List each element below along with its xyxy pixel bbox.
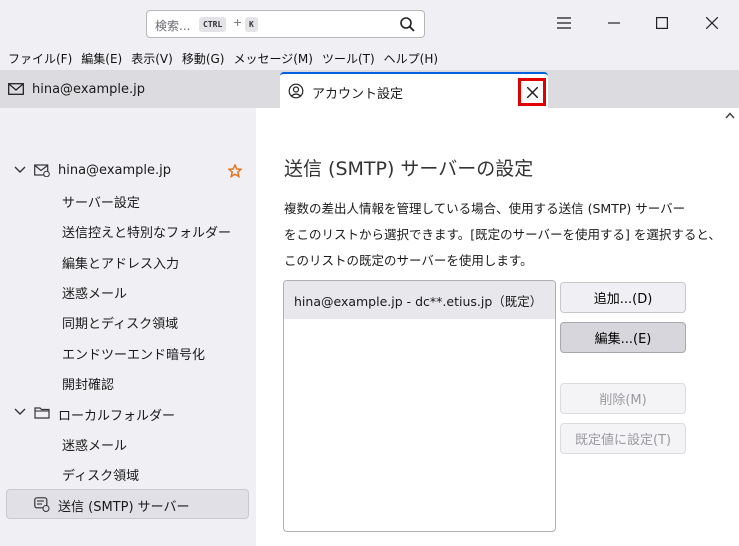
tab-mail[interactable]: hina@example.jp (8, 70, 258, 108)
chevron-down-icon[interactable] (14, 166, 26, 174)
tree-item-smtp[interactable]: 送信 (SMTP) サーバー (0, 490, 250, 518)
add-button[interactable]: 追加...(D) (560, 282, 686, 313)
smtp-label: 送信 (SMTP) サーバー (58, 500, 190, 515)
outgoing-server-icon (34, 497, 50, 512)
tree-item-copies-folders[interactable]: 送信控えと特別なフォルダー (62, 217, 231, 245)
shortcut-key-k: K (245, 17, 258, 32)
mail-account-icon (34, 164, 50, 177)
delete-button[interactable]: 削除(M) (560, 383, 686, 414)
smtp-server-list[interactable]: hina@example.jp - dc**.etius.jp（既定） (283, 280, 556, 532)
shortcut-plus: + (233, 16, 243, 29)
close-tab-button[interactable] (518, 78, 546, 106)
menu-edit[interactable]: 編集(E) (77, 50, 126, 67)
envelope-icon (8, 83, 24, 95)
tree-item-label: ディスク領域 (62, 468, 140, 484)
description-line-2: をこのリストから選択できます。[既定のサーバーを使用する] を選択すると、 (284, 227, 721, 242)
hamburger-icon (557, 17, 571, 29)
tree-item-label: 開封確認 (62, 377, 115, 393)
tree-item-local-disk[interactable]: ディスク領域 (62, 460, 139, 488)
scroll-up-icon[interactable] (725, 112, 735, 119)
tree-item-composition[interactable]: 編集とアドレス入力 (62, 248, 179, 276)
tree-item-label: 迷惑メール (62, 438, 128, 454)
tree-account[interactable]: hina@example.jp (0, 157, 256, 185)
tree-item-label: 送信控えと特別なフォルダー (62, 225, 232, 241)
account-label: hina@example.jp (58, 163, 172, 178)
shortcut-key-ctrl: CTRL (199, 17, 227, 32)
menu-tools[interactable]: ツール(T) (318, 50, 379, 67)
menu-view[interactable]: 表示(V) (127, 50, 177, 67)
tree-item-return-receipts[interactable]: 開封確認 (62, 369, 114, 397)
edit-button[interactable]: 編集...(E) (560, 322, 686, 353)
list-item[interactable]: hina@example.jp - dc**.etius.jp（既定） (284, 281, 555, 319)
account-settings-icon (288, 83, 304, 99)
title-bar: 検索... CTRL + K (0, 0, 739, 46)
tab-bar: hina@example.jp アカウント設定 (0, 70, 739, 108)
folder-icon (34, 407, 50, 419)
menu-help[interactable]: ヘルプ(H) (380, 50, 442, 67)
tab-account-settings[interactable]: アカウント設定 (280, 72, 548, 108)
tree-item-label: 同期とディスク領域 (62, 316, 179, 332)
tree-item-local-junk[interactable]: 迷惑メール (62, 430, 127, 458)
menu-go[interactable]: 移動(G) (178, 50, 229, 67)
description-line-1: 複数の差出人情報を管理している場合、使用する送信 (SMTP) サーバー (284, 201, 686, 216)
description-line-3: このリストの既定のサーバーを使用します。 (284, 253, 533, 268)
set-default-button[interactable]: 既定値に設定(T) (560, 423, 686, 454)
maximize-button[interactable] (644, 8, 680, 38)
menu-bar: ファイル(F) 編集(E) 表示(V) 移動(G) メッセージ(M) ツール(T… (0, 46, 739, 70)
local-folders-label: ローカルフォルダー (58, 409, 176, 424)
tree-item-sync-disk[interactable]: 同期とディスク領域 (62, 308, 178, 336)
search-placeholder: 検索... (155, 19, 191, 33)
tree-item-label: 編集とアドレス入力 (62, 256, 180, 272)
tree-local-folders[interactable]: ローカルフォルダー (0, 399, 256, 427)
minimize-button[interactable] (596, 8, 632, 38)
search-icon[interactable] (399, 16, 416, 33)
tree-item-label: 迷惑メール (62, 286, 128, 302)
search-input[interactable]: 検索... CTRL + K (146, 10, 425, 38)
page-title: 送信 (SMTP) サーバーの設定 (284, 158, 534, 180)
close-icon (706, 17, 718, 29)
minimize-icon (608, 22, 620, 24)
tree-item-label: エンドツーエンド暗号化 (62, 347, 206, 363)
scrollbar[interactable] (721, 108, 739, 546)
menu-message[interactable]: メッセージ(M) (229, 50, 316, 67)
tab-settings-label: アカウント設定 (312, 87, 404, 102)
menu-file[interactable]: ファイル(F) (4, 50, 76, 67)
tree-item-junk[interactable]: 迷惑メール (62, 278, 127, 306)
server-entry-label: hina@example.jp - dc**.etius.jp（既定） (294, 293, 543, 309)
tree-item-label: サーバー設定 (62, 195, 140, 211)
maximize-icon (656, 17, 668, 29)
app-menu-button[interactable] (546, 8, 582, 38)
close-icon (526, 86, 538, 98)
close-window-button[interactable] (694, 8, 730, 38)
tree-item-e2e-encryption[interactable]: エンドツーエンド暗号化 (62, 339, 205, 367)
tab-mail-label: hina@example.jp (32, 81, 146, 97)
chevron-down-icon[interactable] (14, 408, 26, 416)
tree-item-server-settings[interactable]: サーバー設定 (62, 187, 140, 215)
star-icon (228, 164, 242, 178)
